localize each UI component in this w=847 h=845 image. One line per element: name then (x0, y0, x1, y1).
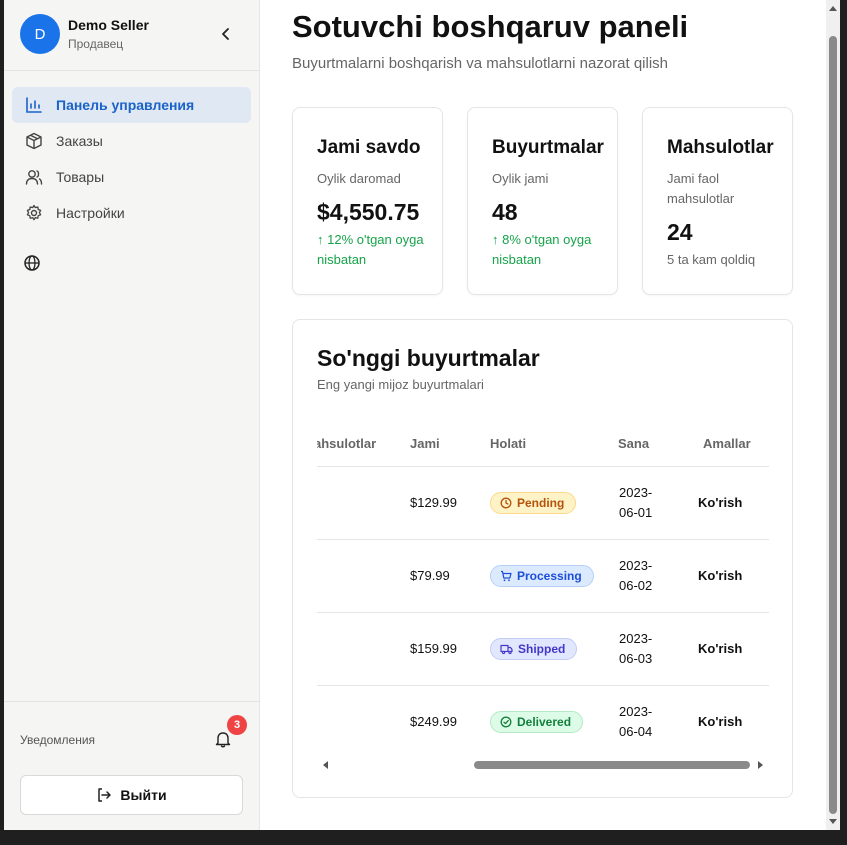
recent-orders-card: So'nggi buyurtmalar Eng yangi mijoz buyu… (292, 319, 793, 798)
status-label: Processing (517, 569, 582, 583)
scroll-right-arrow-icon[interactable] (755, 760, 765, 770)
user-role: Продавец (68, 37, 124, 51)
stat-description: Oylik daromad (317, 171, 401, 186)
cart-icon (500, 570, 512, 582)
collapse-sidebar-button[interactable] (216, 24, 236, 44)
app-window: D Demo Seller Продавец Панель управления… (4, 0, 840, 830)
table-row: $159.99 Shipped 2023-06-03 Ko'rish (317, 613, 769, 686)
stat-note: 5 ta kam qoldiq (667, 252, 756, 267)
sidebar-item-label: Настройки (56, 205, 125, 221)
page-title: Sotuvchi boshqaruv paneli (292, 9, 689, 44)
stat-description: Oylik jami (492, 171, 549, 186)
column-header-status: Holati (490, 436, 527, 451)
order-date: 2023-06-01 (619, 485, 653, 520)
status-label: Pending (517, 496, 565, 510)
status-badge: Shipped (490, 638, 578, 660)
column-header-date: Sana (618, 436, 650, 451)
vertical-scrollbar[interactable] (826, 0, 840, 830)
users-icon (24, 167, 44, 187)
sidebar-item-label: Товары (56, 169, 105, 185)
column-header-total: Jami (410, 436, 440, 451)
page-subtitle: Buyurtmalarni boshqarish va mahsulotlarn… (292, 55, 669, 72)
order-date: 2023-06-02 (619, 558, 653, 593)
vertical-scrollbar-thumb[interactable] (829, 36, 837, 814)
column-header-actions: Amallar (703, 436, 751, 451)
gear-icon (24, 203, 44, 223)
view-order-button[interactable]: Ko'rish (698, 495, 742, 510)
clock-icon (500, 497, 512, 509)
stat-title: Jami savdo (317, 137, 421, 158)
status-badge: Pending (490, 492, 577, 514)
stat-description: Jami faol mahsulotlar (667, 171, 735, 206)
user-name: Demo Seller (68, 17, 149, 33)
sidebar-item-label: Панель управления (56, 97, 195, 113)
sidebar-item-label: Заказы (56, 133, 103, 149)
bell-icon (215, 732, 231, 748)
scroll-up-arrow-icon[interactable] (828, 4, 838, 14)
order-date: 2023-06-04 (619, 704, 653, 739)
order-total: $159.99 (410, 641, 457, 656)
status-badge: Processing (490, 565, 594, 587)
globe-icon (24, 255, 40, 271)
chevron-left-icon (222, 28, 229, 40)
sidebar: D Demo Seller Продавец Панель управления… (4, 0, 260, 830)
scroll-down-arrow-icon[interactable] (828, 816, 838, 826)
stat-trend: ↑ 8% o'tgan oyga nisbatan (492, 232, 592, 267)
scroll-left-arrow-icon[interactable] (321, 760, 331, 770)
recent-orders-subtitle: Eng yangi mijoz buyurtmalari (317, 377, 484, 392)
stat-title: Mahsulotlar (667, 137, 774, 158)
main-content: Sotuvchi boshqaruv paneli Buyurtmalarni … (260, 0, 826, 830)
table-row: $129.99 Pending 2023-06-01 Ko'rish (317, 467, 769, 540)
recent-orders-title: So'nggi buyurtmalar (317, 345, 540, 371)
view-order-button[interactable]: Ko'rish (698, 714, 742, 729)
sidebar-item-dashboard[interactable]: Панель управления (12, 87, 251, 123)
table-row: $79.99 Processing 2023-06-02 Ko'rish (317, 540, 769, 613)
view-order-button[interactable]: Ko'rish (698, 568, 742, 583)
sidebar-footer: Уведомления 3 Выйти (4, 701, 260, 830)
logout-icon (96, 787, 112, 803)
check-circle-icon (500, 716, 512, 728)
stat-card-sales: Jami savdo Oylik daromad $4,550.75 ↑ 12%… (292, 107, 443, 295)
stat-value: 48 (492, 199, 518, 225)
logout-button[interactable]: Выйти (20, 775, 243, 815)
stat-title: Buyurtmalar (492, 137, 604, 158)
status-label: Delivered (517, 715, 572, 729)
user-profile: D Demo Seller Продавец (4, 0, 260, 71)
language-button[interactable] (22, 253, 42, 273)
sidebar-nav: Панель управления Заказы Товары Настройк… (12, 87, 251, 231)
order-total: $79.99 (410, 568, 450, 583)
logout-label: Выйти (120, 787, 167, 803)
sidebar-item-products[interactable]: Товары (12, 159, 251, 195)
horizontal-scrollbar[interactable] (317, 758, 769, 772)
notifications-label: Уведомления (20, 733, 96, 747)
sidebar-item-orders[interactable]: Заказы (12, 123, 251, 159)
package-icon (24, 131, 44, 151)
view-order-button[interactable]: Ko'rish (698, 641, 742, 656)
status-badge: Delivered (490, 711, 584, 733)
sidebar-item-settings[interactable]: Настройки (12, 195, 251, 231)
stat-value: $4,550.75 (317, 199, 420, 225)
horizontal-scrollbar-thumb[interactable] (474, 761, 750, 769)
bar-chart-icon (24, 95, 44, 115)
truck-icon (500, 643, 513, 655)
order-total: $129.99 (410, 495, 457, 510)
order-date: 2023-06-03 (619, 631, 653, 666)
order-total: $249.99 (410, 714, 457, 729)
notification-count-badge: 3 (227, 715, 247, 735)
stat-card-orders: Buyurtmalar Oylik jami 48 ↑ 8% o'tgan oy… (467, 107, 618, 295)
status-label: Shipped (518, 642, 566, 656)
stat-value: 24 (667, 219, 693, 245)
orders-table[interactable]: ahsulotlar Jami Holati Sana Amallar $129… (317, 423, 769, 768)
stat-card-products: Mahsulotlar Jami faol mahsulotlar 24 5 t… (642, 107, 793, 295)
avatar[interactable]: D (20, 14, 60, 54)
stat-trend: ↑ 12% o'tgan oyga nisbatan (317, 232, 424, 267)
table-row: $249.99 Delivered 2023-06-04 Ko'rish (317, 686, 769, 759)
table-header: ahsulotlar Jami Holati Sana Amallar (317, 423, 769, 467)
column-header-products: ahsulotlar (317, 436, 377, 451)
